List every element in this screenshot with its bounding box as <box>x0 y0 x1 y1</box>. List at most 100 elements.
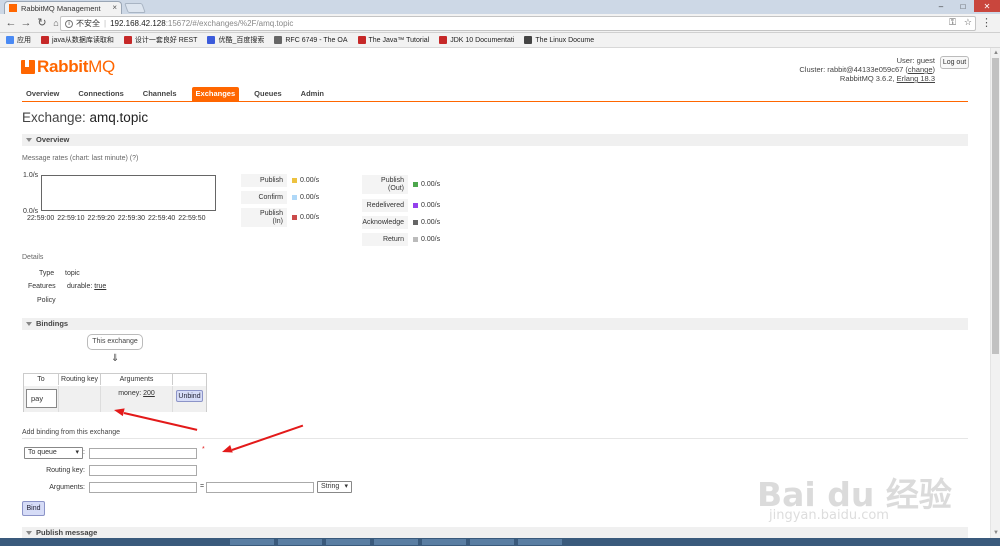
cluster-prefix: Cluster: rabbit@44133e059c67 ( <box>799 65 908 74</box>
bookmark-star-icon[interactable]: ☆ <box>964 17 972 28</box>
page-scrollbar[interactable]: ▲ ▼ <box>990 48 1000 538</box>
address-bar[interactable]: i 不安全 | 192.168.42.128 :15672/#/exchange… <box>60 16 976 31</box>
bookmark-item[interactable]: JDK 10 Documentati <box>439 36 514 44</box>
scroll-up-icon[interactable]: ▲ <box>992 49 1000 57</box>
rate-value: 0.00/s <box>421 219 441 226</box>
bookmark-item[interactable]: The Linux Docume <box>524 36 594 44</box>
bookmark-item[interactable]: The Java™ Tutorial <box>357 36 430 44</box>
rabbitmq-logo[interactable]: RabbitMQ <box>21 57 115 77</box>
page-title: Exchange: amq.topic <box>22 110 148 125</box>
cluster-change-link[interactable]: change <box>908 65 933 74</box>
info-icon[interactable]: i <box>65 19 73 28</box>
colon-label: : <box>83 449 85 456</box>
maximize-icon[interactable]: □ <box>952 0 974 12</box>
rate-name: Publish (Out) <box>362 175 408 194</box>
features-value[interactable]: true <box>94 283 106 290</box>
bookmark-item[interactable]: java从数据库读取和 <box>41 35 114 45</box>
bookmark-item[interactable]: RFC 6749 - The OA <box>274 36 348 44</box>
browser-tab[interactable]: RabbitMQ Management × <box>4 1 122 14</box>
scroll-down-icon[interactable]: ▼ <box>992 529 1000 537</box>
tab-admin[interactable]: Admin <box>297 87 328 101</box>
os-taskbar <box>0 538 1000 546</box>
chart-x-tick: 22:59:20 <box>87 215 115 222</box>
rate-name: Publish <box>241 174 287 187</box>
rabbitmq-page: RabbitMQ User: guest Cluster: rabbit@441… <box>0 48 990 538</box>
bookmark-icon <box>439 36 448 44</box>
publish-section-header[interactable]: Publish message <box>22 527 968 538</box>
tab-exchanges[interactable]: Exchanges <box>191 87 240 101</box>
main-nav: Overview Connections Channels Exchanges Queu… <box>22 87 968 102</box>
down-arrow-icon: ⇓ <box>111 353 120 364</box>
new-tab-button[interactable] <box>124 3 146 13</box>
chart-y-top: 1.0/s <box>23 172 39 179</box>
erlang-link[interactable]: Erlang 18.3 <box>897 74 935 83</box>
rabbitmq-logo-icon <box>21 60 35 74</box>
required-marker: * <box>202 446 205 453</box>
tab-channels[interactable]: Channels <box>139 87 181 101</box>
bookmark-item[interactable]: 应用 <box>6 35 31 45</box>
rate-value: 0.00/s <box>300 194 320 201</box>
bookmark-icon <box>274 36 283 44</box>
argument-value-input[interactable] <box>206 482 314 493</box>
version-label: RabbitMQ 3.6.2, <box>839 74 897 83</box>
routing-key-input[interactable] <box>89 465 197 476</box>
bindings-section-header[interactable]: Bindings <box>22 318 968 330</box>
overview-section-header[interactable]: Overview <box>22 134 968 146</box>
details-label: Details <box>22 254 44 261</box>
message-rates-note[interactable]: (chart: last minute) (?) <box>70 155 138 162</box>
rate-row: Redelivered 0.00/s <box>362 199 440 212</box>
rate-row: Publish 0.00/s <box>241 174 319 187</box>
features-key: durable: <box>67 283 95 290</box>
page-title-prefix: Exchange: <box>22 110 90 125</box>
bookmark-label: JDK 10 Documentati <box>450 36 515 44</box>
tab-title: RabbitMQ Management <box>21 3 101 13</box>
forward-icon[interactable]: → <box>19 17 33 30</box>
argument-type-select[interactable]: String <box>317 481 352 493</box>
bookmark-label: 设计一套良好 REST <box>134 37 198 44</box>
close-window-icon[interactable]: ✕ <box>974 0 1000 12</box>
rate-value: 0.00/s <box>300 214 320 221</box>
bookmark-item[interactable]: 优酷_百度搜索 <box>207 35 264 45</box>
divider <box>22 438 968 439</box>
scroll-thumb[interactable] <box>992 58 999 354</box>
argument-value[interactable]: 200 <box>143 390 155 397</box>
rate-row: Publish (In) 0.00/s <box>241 208 319 227</box>
destination-name-input[interactable] <box>89 448 197 459</box>
logout-button[interactable]: Log out <box>940 56 969 69</box>
chart-x-tick: 22:59:40 <box>148 215 176 222</box>
type-value: topic <box>65 270 80 277</box>
menu-icon[interactable]: ⋮ <box>981 16 992 29</box>
tab-queues[interactable]: Queues <box>250 87 286 101</box>
rate-swatch-icon <box>413 220 418 225</box>
rate-row: Confirm 0.00/s <box>241 191 319 204</box>
bind-button[interactable]: Bind <box>22 501 45 516</box>
col-arguments: Arguments <box>101 374 173 385</box>
back-icon[interactable]: ← <box>4 17 18 30</box>
tab-connections[interactable]: Connections <box>74 87 127 101</box>
chart-x-tick: 22:59:50 <box>178 215 206 222</box>
chart-x-tick: 22:59:30 <box>117 215 145 222</box>
annotation-arrowhead <box>113 406 125 417</box>
key-icon[interactable]: ⚿ <box>949 17 956 28</box>
rate-value: 0.00/s <box>421 236 441 243</box>
user-line: User: guest <box>896 56 935 65</box>
tab-overview[interactable]: Overview <box>22 87 63 101</box>
unbind-button[interactable]: Unbind <box>176 390 203 402</box>
routing-key-label: Routing key: <box>46 467 85 474</box>
message-rates-chart <box>41 175 216 211</box>
bookmark-label: 优酷_百度搜索 <box>218 37 265 44</box>
binding-destination-link[interactable]: pay <box>26 389 57 408</box>
rate-name: Acknowledge <box>362 216 408 229</box>
bookmark-label: The Java™ Tutorial <box>368 36 430 44</box>
rate-name: Publish (In) <box>241 208 287 227</box>
rate-swatch-icon <box>292 178 297 183</box>
close-tab-icon[interactable]: × <box>112 3 117 12</box>
reload-icon[interactable]: ↻ <box>35 17 49 30</box>
minimize-icon[interactable]: – <box>930 0 952 12</box>
chart-x-tick: 22:59:00 <box>27 215 55 222</box>
destination-type-select[interactable]: To queue <box>24 447 83 459</box>
rate-name: Confirm <box>241 191 287 204</box>
argument-key-input[interactable] <box>89 482 197 493</box>
equals-sign: = <box>200 483 205 490</box>
bookmark-item[interactable]: 设计一套良好 REST <box>123 35 198 45</box>
